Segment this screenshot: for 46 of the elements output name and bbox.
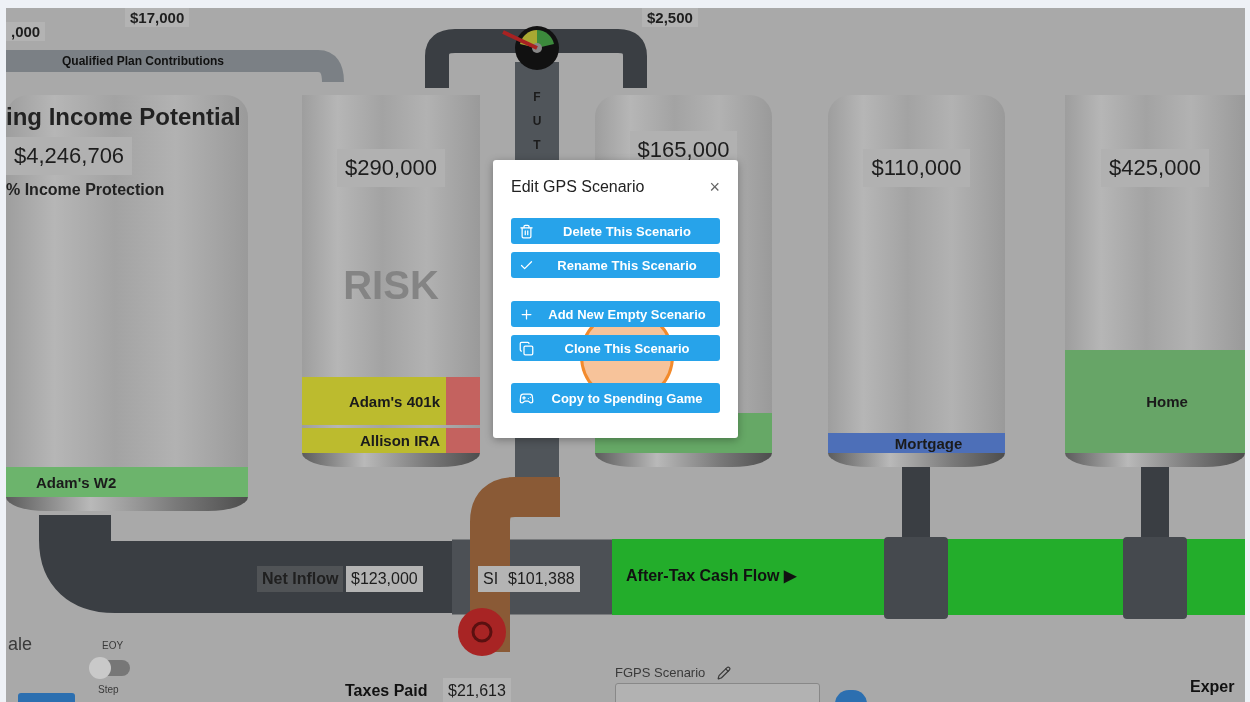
pipe-letter: T: [532, 137, 542, 154]
game-icon: [519, 390, 534, 406]
pencil-icon[interactable]: [717, 666, 731, 680]
delete-icon: [519, 223, 534, 239]
action-button[interactable]: Delete This Scenario: [511, 218, 720, 244]
pipe-label: Qualified Plan Contributions: [62, 54, 224, 68]
taxes-label: Taxes Paid: [345, 682, 428, 700]
cash-flow-label: After-Tax Cash Flow ▶: [626, 566, 796, 585]
toggle-switch[interactable]: [92, 660, 130, 676]
clone-icon: [519, 340, 534, 356]
si-label: SI: [478, 566, 504, 592]
action-button[interactable]: Rename This Scenario: [511, 252, 720, 278]
action-button[interactable]: Add New Empty Scenario: [511, 301, 720, 327]
si-value: $101,388: [503, 566, 580, 592]
account-band: Mortgage: [828, 433, 1005, 453]
close-button[interactable]: ×: [709, 178, 720, 196]
amount-label: ,000: [6, 22, 46, 41]
expenses-label: Exper: [1190, 678, 1235, 696]
tank-value: $4,246,706: [6, 137, 133, 175]
dialog-title: Edit GPS Scenario: [511, 178, 645, 196]
tank-subtitle: % Income Protection: [6, 181, 165, 199]
scenario-label: FGPS Scenario: [615, 665, 706, 680]
action-button[interactable]: Clone This Scenario: [511, 335, 720, 361]
tank-value: $290,000: [337, 149, 445, 187]
account-band: Adam's W2: [6, 467, 248, 497]
scenario-field[interactable]: [615, 683, 820, 702]
scale-label: ale: [8, 634, 33, 655]
action-button[interactable]: Copy to Spending Game: [511, 383, 720, 413]
account-band: Home: [1065, 350, 1245, 453]
pipe-letter: F: [532, 89, 542, 106]
add-button[interactable]: [835, 690, 867, 702]
gauge-icon: [502, 26, 559, 70]
toggle-caption: Step: [98, 684, 119, 695]
tank-value: $110,000: [863, 149, 970, 187]
account-band: Allison IRA: [302, 428, 446, 453]
tank-value: $425,000: [1101, 149, 1209, 187]
amount-label: $2,500: [642, 8, 698, 27]
amount-label: $17,000: [125, 8, 190, 27]
toggle-label: EOY: [102, 640, 124, 651]
valve-icon: [458, 608, 506, 656]
tank-title: ing Income Potential: [6, 103, 241, 131]
net-inflow-value: $123,000: [346, 566, 423, 592]
pipe-letter: U: [531, 113, 543, 130]
account-band: Adam's 401k: [302, 377, 446, 425]
taxes-value: $21,613: [443, 678, 511, 702]
add-icon: [519, 306, 534, 322]
